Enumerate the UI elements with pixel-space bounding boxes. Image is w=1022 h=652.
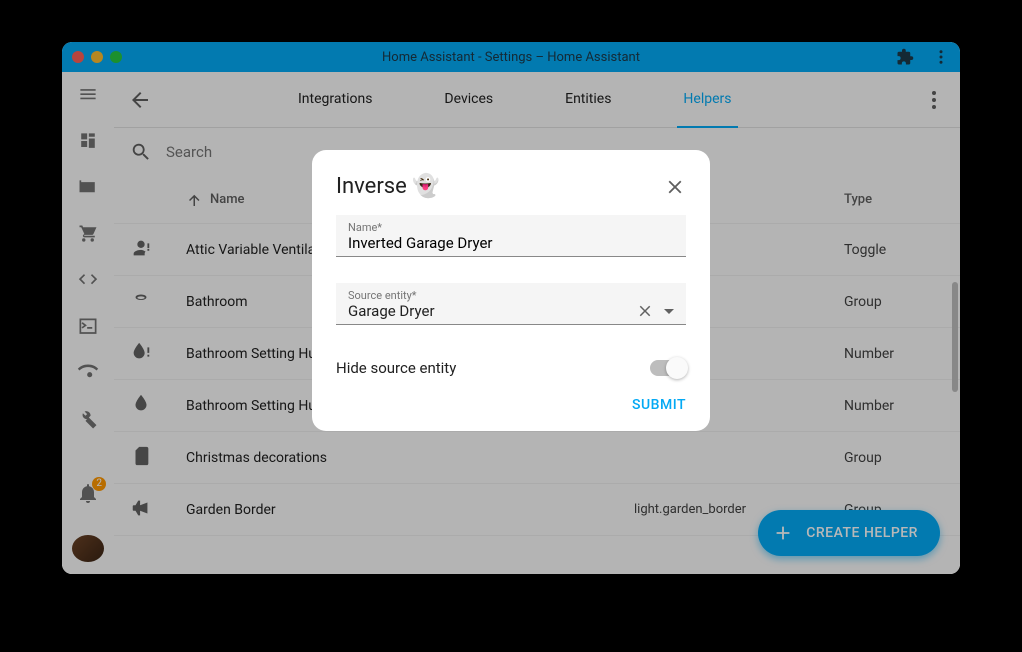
submit-button[interactable]: SUBMIT: [632, 397, 686, 413]
app-window: Home Assistant - Settings – Home Assista…: [62, 42, 960, 574]
dialog-title: Inverse 👻: [336, 174, 440, 199]
source-entity-value: Garage Dryer: [348, 302, 435, 320]
name-input[interactable]: [348, 234, 674, 252]
source-entity-field[interactable]: Source entity* Garage Dryer: [336, 283, 686, 325]
modal-scrim[interactable]: Inverse 👻 Name* Source entity* Garage Dr…: [62, 42, 960, 574]
inverse-dialog: Inverse 👻 Name* Source entity* Garage Dr…: [312, 150, 710, 431]
chevron-down-icon[interactable]: [664, 309, 674, 314]
name-field[interactable]: Name*: [336, 215, 686, 257]
hide-source-toggle[interactable]: [650, 360, 686, 376]
close-icon[interactable]: [664, 176, 686, 198]
hide-source-label: Hide source entity: [336, 359, 456, 377]
source-entity-label: Source entity*: [348, 289, 674, 302]
clear-icon[interactable]: [636, 302, 654, 320]
name-field-label: Name*: [348, 221, 674, 234]
hide-source-row: Hide source entity: [336, 351, 686, 397]
